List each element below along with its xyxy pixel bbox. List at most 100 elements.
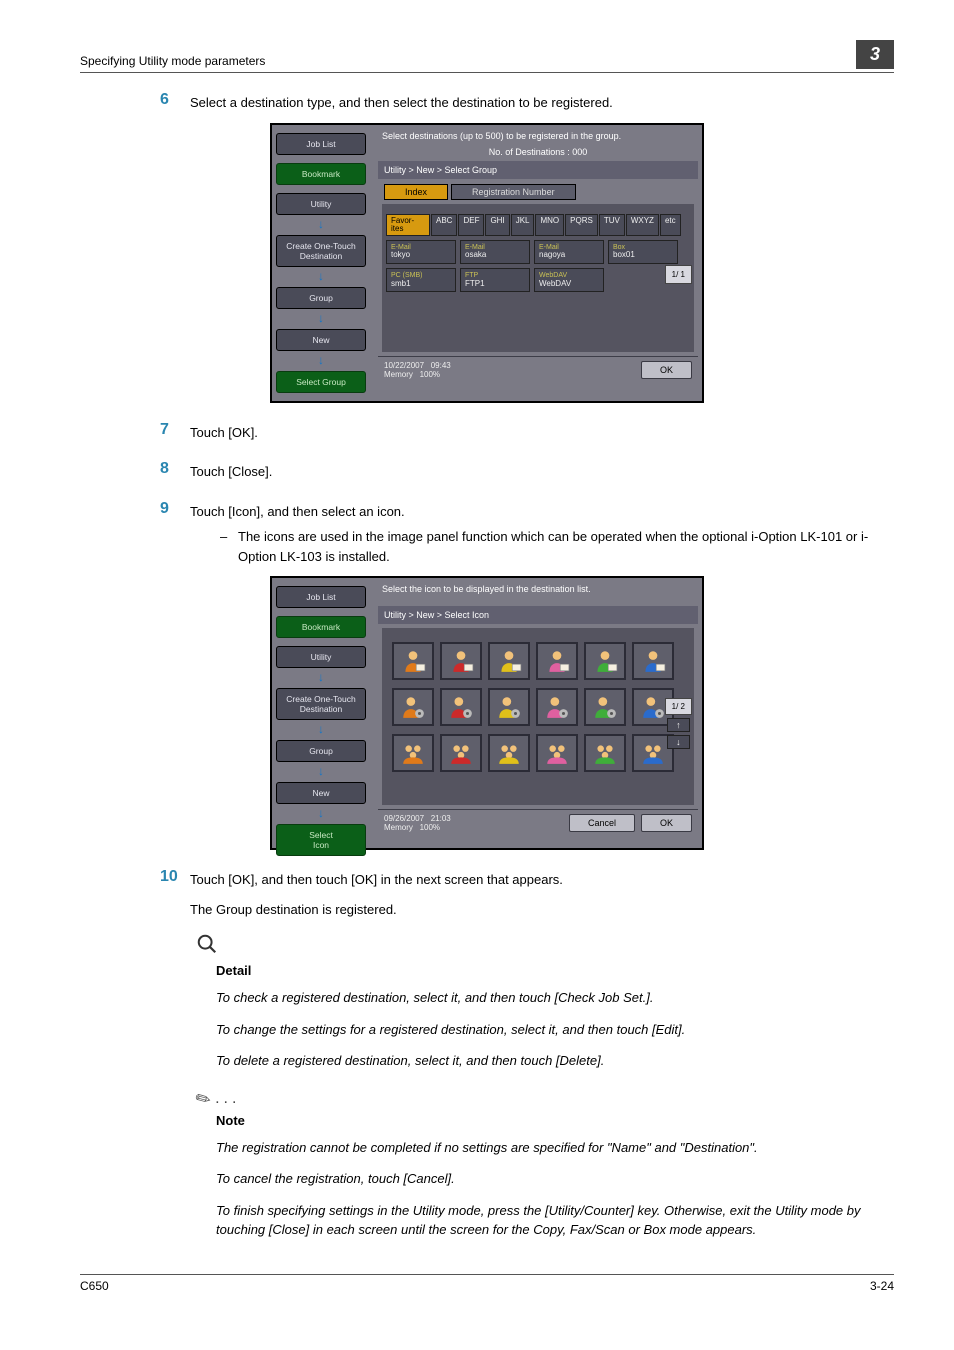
nav-job-list[interactable]: Job List (276, 133, 366, 155)
nav-new[interactable]: New (276, 782, 366, 804)
icon-person-gear-green[interactable] (584, 688, 626, 726)
section-title: Specifying Utility mode parameters (80, 54, 265, 68)
detail-p3: To delete a registered destination, sele… (216, 1051, 894, 1071)
step-text: Touch [OK]. (190, 421, 258, 443)
index-favorites[interactable]: Favor- ites (386, 214, 430, 236)
page-down-button[interactable]: ↓ (667, 735, 690, 749)
running-head: Specifying Utility mode parameters 3 (80, 40, 894, 73)
note-callout: ✎... Note (190, 1085, 894, 1128)
icon-group-pink[interactable] (536, 734, 578, 772)
step-9: 9 Touch [Icon], and then select an icon. (160, 500, 894, 522)
nav-group[interactable]: Group (276, 287, 366, 309)
footer-model: C650 (80, 1279, 109, 1293)
status-mem-pct: 100% (420, 370, 440, 379)
tab-index[interactable]: Index (384, 184, 448, 200)
icon-person-pink[interactable] (536, 642, 578, 680)
chevron-down-icon: ↓ (272, 806, 370, 820)
ok-button[interactable]: OK (641, 814, 692, 832)
breadcrumb: Utility > New > Select Icon (378, 606, 698, 624)
icon-person-green[interactable] (584, 642, 626, 680)
status-mem-label: Memory (384, 370, 413, 379)
destination-row-1: E-Mailtokyo E-Mailosaka E-Mailnagoya Box… (386, 240, 690, 264)
nav-utility[interactable]: Utility (276, 646, 366, 668)
page-footer: C650 3-24 (80, 1274, 894, 1293)
index-pqrs[interactable]: PQRS (565, 214, 598, 236)
note-p3: To finish specifying settings in the Uti… (216, 1201, 894, 1240)
step-8: 8 Touch [Close]. (160, 460, 894, 482)
step-6: 6 Select a destination type, and then se… (160, 91, 894, 113)
panel-title: Select the icon to be displayed in the d… (378, 582, 698, 600)
icon-person-blue[interactable] (632, 642, 674, 680)
step-number: 7 (160, 421, 190, 439)
status-time: 09:43 (431, 361, 451, 370)
pager-indicator: 1/ 1 (665, 265, 692, 284)
nav-bookmark[interactable]: Bookmark (276, 163, 366, 185)
status-time: 21:03 (431, 814, 451, 823)
icon-person-red[interactable] (440, 642, 482, 680)
icon-group-green[interactable] (584, 734, 626, 772)
ok-button[interactable]: OK (641, 361, 692, 379)
icon-grid (386, 634, 690, 780)
chevron-down-icon: ↓ (272, 353, 370, 367)
panel-title: Select destinations (up to 500) to be re… (378, 129, 698, 147)
nav-new[interactable]: New (276, 329, 366, 351)
note-heading: Note (216, 1113, 894, 1128)
dest-nagoya[interactable]: E-Mailnagoya (534, 240, 604, 264)
breadcrumb: Utility > New > Select Group (378, 161, 698, 179)
step-7: 7 Touch [OK]. (160, 421, 894, 443)
left-nav: Job List Bookmark Utility ↓ Create One-T… (272, 129, 370, 397)
cancel-button[interactable]: Cancel (569, 814, 635, 832)
icon-person-gear-red[interactable] (440, 688, 482, 726)
magnifier-icon (196, 933, 894, 961)
dest-osaka[interactable]: E-Mailosaka (460, 240, 530, 264)
index-def[interactable]: DEF (458, 214, 484, 236)
index-wxyz[interactable]: WXYZ (626, 214, 659, 236)
note-p2: To cancel the registration, touch [Cance… (216, 1169, 894, 1189)
nav-bookmark[interactable]: Bookmark (276, 616, 366, 638)
icon-person-gear-yellow[interactable] (488, 688, 530, 726)
screenshot-select-icon: Job List Bookmark Utility ↓ Create One-T… (80, 576, 894, 850)
dest-webdav[interactable]: WebDAVWebDAV (534, 268, 604, 292)
index-ghi[interactable]: GHI (485, 214, 509, 236)
icon-group-orange[interactable] (392, 734, 434, 772)
chevron-down-icon: ↓ (272, 670, 370, 684)
chevron-down-icon: ↓ (272, 764, 370, 778)
icon-group-yellow[interactable] (488, 734, 530, 772)
icon-person-gear-pink[interactable] (536, 688, 578, 726)
status-date: 10/22/2007 (384, 361, 424, 370)
detail-p2: To change the settings for a registered … (216, 1020, 894, 1040)
sub-text: The icons are used in the image panel fu… (238, 527, 894, 566)
icon-person-gear-orange[interactable] (392, 688, 434, 726)
index-filter-row: Favor- ites ABC DEF GHI JKL MNO PQRS TUV… (386, 214, 690, 236)
icon-person-yellow[interactable] (488, 642, 530, 680)
nav-group[interactable]: Group (276, 740, 366, 762)
destination-row-2: PC (SMB)smb1 FTPFTP1 WebDAVWebDAV (386, 268, 690, 292)
chevron-down-icon: ↓ (272, 217, 370, 231)
dest-ftp1[interactable]: FTPFTP1 (460, 268, 530, 292)
step-text-1: Touch [OK], and then touch [OK] in the n… (190, 870, 563, 890)
nav-select-icon[interactable]: Select Icon (276, 824, 366, 856)
index-jkl[interactable]: JKL (511, 214, 535, 236)
nav-create-one-touch[interactable]: Create One-Touch Destination (276, 688, 366, 720)
nav-create-one-touch[interactable]: Create One-Touch Destination (276, 235, 366, 267)
index-mno[interactable]: MNO (535, 214, 564, 236)
tab-registration-number[interactable]: Registration Number (451, 184, 576, 200)
chevron-down-icon: ↓ (272, 722, 370, 736)
dest-box01[interactable]: Boxbox01 (608, 240, 678, 264)
note-p1: The registration cannot be completed if … (216, 1138, 894, 1158)
nav-utility[interactable]: Utility (276, 193, 366, 215)
step-10: 10 Touch [OK], and then touch [OK] in th… (160, 868, 894, 919)
icon-group-red[interactable] (440, 734, 482, 772)
nav-select-group[interactable]: Select Group (276, 371, 366, 393)
screenshot-select-group: Job List Bookmark Utility ↓ Create One-T… (80, 123, 894, 403)
index-etc[interactable]: etc (660, 214, 681, 236)
step-number: 10 (160, 868, 190, 886)
page-up-button[interactable]: ↑ (667, 718, 690, 732)
dest-smb1[interactable]: PC (SMB)smb1 (386, 268, 456, 292)
icon-person-orange[interactable] (392, 642, 434, 680)
nav-job-list[interactable]: Job List (276, 586, 366, 608)
index-tuv[interactable]: TUV (599, 214, 625, 236)
dest-tokyo[interactable]: E-Mailtokyo (386, 240, 456, 264)
detail-callout: Detail (190, 933, 894, 978)
index-abc[interactable]: ABC (431, 214, 457, 236)
